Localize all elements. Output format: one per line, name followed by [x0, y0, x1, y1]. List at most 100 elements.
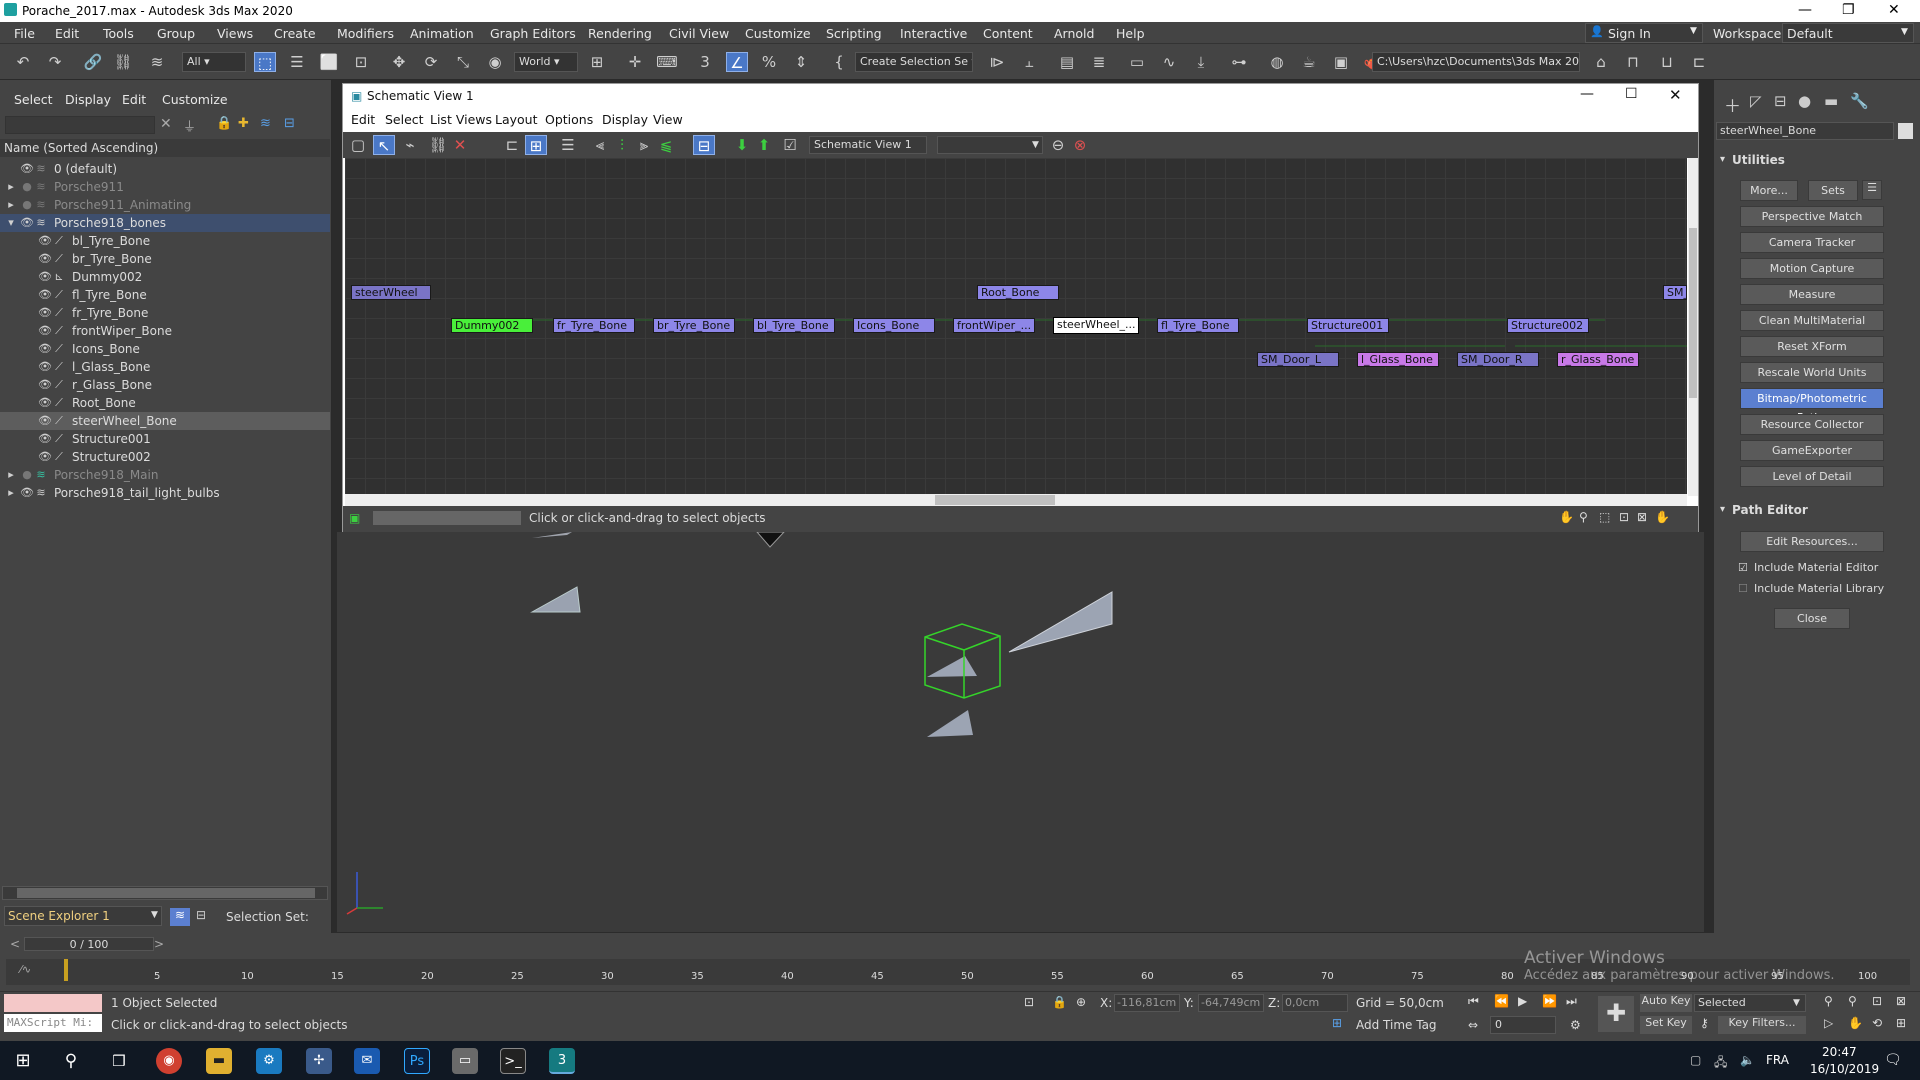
schem-menu-layout[interactable]: Layout	[495, 112, 538, 127]
selection-filter-dropdown[interactable]: All ▾	[182, 52, 246, 72]
render-frame-icon[interactable]: ▣	[1330, 52, 1352, 72]
dope-sheet-icon[interactable]: ⤓	[1190, 52, 1212, 72]
tree-row-bl-tyre-bone[interactable]: 👁 ⟋ bl_Tyre_Bone	[0, 232, 330, 250]
menu-graph-editors[interactable]: Graph Editors	[490, 26, 576, 41]
project-path-dropdown[interactable]: C:\Users\hzc\Documents\3ds Max 2020 ▾	[1372, 52, 1580, 72]
eye-icon[interactable]: 👁	[38, 250, 52, 268]
key-filters-button[interactable]: Key Filters...	[1718, 1016, 1806, 1034]
zoom-extents-icon[interactable]: ⊡	[1872, 994, 1882, 1008]
tree-row-frontwiper-bone[interactable]: 👁 ⟋ frontWiper_Bone	[0, 322, 330, 340]
maximize-viewport-icon[interactable]: ⊞	[1896, 1016, 1906, 1030]
eye-icon[interactable]: 👁	[38, 358, 52, 376]
utilities-tab-icon[interactable]: 🔧	[1850, 92, 1869, 110]
select-manipulate-icon[interactable]: ✛	[624, 52, 646, 72]
scene-explorer-name-dropdown[interactable]: Scene Explorer 1 ▼	[4, 906, 162, 926]
link-icon[interactable]: 🔗	[82, 52, 104, 72]
utility-measure[interactable]: Measure	[1740, 284, 1884, 305]
menu-civil-view[interactable]: Civil View	[669, 26, 729, 41]
clock-date[interactable]: 16/10/2019	[1810, 1062, 1879, 1076]
filter-icon[interactable]: ⏚	[183, 116, 196, 135]
tree-row-fr-tyre-bone[interactable]: 👁 ⟋ fr_Tyre_Bone	[0, 304, 330, 322]
zoom-icon[interactable]: ⚲	[1579, 510, 1588, 524]
pivot-center-icon[interactable]: ⊞	[586, 52, 608, 72]
layer-explorer-icon[interactable]: ≣	[1088, 52, 1110, 72]
zoom-selected-icon[interactable]: ⊠	[1637, 510, 1647, 524]
mirror-icon[interactable]: ⧐	[986, 52, 1008, 72]
tree-row-root-bone[interactable]: 👁 ⟋ Root_Bone	[0, 394, 330, 412]
snaps-toggle-icon[interactable]: 3	[694, 52, 716, 72]
current-frame-field[interactable]: 0	[1490, 1016, 1556, 1034]
tree-row-dummy002[interactable]: 👁 ⊾ Dummy002	[0, 268, 330, 286]
eye-icon[interactable]: 👁	[20, 160, 34, 178]
curve-editor-icon[interactable]: ∿	[1158, 52, 1180, 72]
display-tab-icon[interactable]: ▬	[1824, 92, 1838, 110]
notification-area-icon[interactable]: ▢	[1690, 1053, 1701, 1067]
align-nodes-icon[interactable]: ⊟	[693, 135, 715, 155]
schem-node-br-tyre-bone[interactable]: br_Tyre_Bone	[653, 318, 735, 333]
eye-icon[interactable]: 👁	[38, 430, 52, 448]
pan-view-icon[interactable]: ✋	[1848, 1016, 1863, 1030]
network-icon[interactable]: 🖧	[1714, 1053, 1727, 1074]
minimize-button[interactable]: —	[1798, 2, 1812, 18]
3dsmax-taskbar-icon[interactable]: 3	[549, 1048, 575, 1074]
track-bar-menu-icon[interactable]: ⁄∿	[20, 963, 31, 976]
edit-named-sets-icon[interactable]: {	[828, 52, 850, 72]
maxscript-listener-pink[interactable]	[4, 994, 102, 1012]
display-modifiers-icon[interactable]: ⫶	[611, 135, 633, 155]
rollout-collapse-icon[interactable]: ▾	[1720, 504, 1725, 515]
select-mode-icon[interactable]: ↖	[373, 135, 395, 155]
schematic-view-icon[interactable]: ⊶	[1228, 52, 1250, 72]
explorer-menu-customize[interactable]: Customize	[162, 92, 228, 107]
explorer-menu-display[interactable]: Display	[65, 92, 111, 107]
include-material-library-checkbox[interactable]: ☐	[1738, 582, 1748, 595]
render-setup-icon[interactable]: ☕	[1298, 52, 1320, 72]
tree-row-icons-bone[interactable]: 👁 ⟋ Icons_Bone	[0, 340, 330, 358]
display-controllers-icon[interactable]: ⫹	[655, 135, 677, 155]
zoom-all-icon[interactable]: ⚲	[1848, 994, 1857, 1008]
next-frame-arrow-icon[interactable]: >	[154, 937, 164, 951]
named-selection-dropdown[interactable]: Create Selection Se ▾	[855, 52, 973, 72]
eye-icon[interactable]: 👁	[38, 286, 52, 304]
schem-node-steerwheel[interactable]: steerWheel	[351, 285, 431, 300]
redo-icon[interactable]: ↷	[44, 52, 66, 72]
utility-bitmap-photometric-paths[interactable]: Bitmap/Photometric Paths	[1740, 388, 1884, 424]
unlink-icon[interactable]: ⛓	[112, 52, 134, 72]
viewport-layout-icon[interactable]: ⊔	[1656, 52, 1678, 72]
reference-coord-dropdown[interactable]: World ▾	[514, 52, 578, 72]
key-filters-icon[interactable]: ⚷	[1700, 1016, 1709, 1030]
configure-sets-icon[interactable]: ☰	[1862, 180, 1882, 200]
percent-snap-icon[interactable]: %	[758, 52, 780, 72]
layer-mode-icon[interactable]: ≋	[170, 908, 190, 926]
schematic-vertical-scrollbar[interactable]	[1688, 158, 1698, 496]
set-key-big-icon[interactable]: ✚	[1598, 996, 1634, 1032]
expand-icon[interactable]: ⬇	[731, 135, 753, 155]
expand-arrow-icon[interactable]: ▸	[4, 466, 18, 484]
app-icon-connect[interactable]: ✢	[306, 1048, 332, 1074]
explorer-menu-select[interactable]: Select	[14, 92, 53, 107]
zoom-icon[interactable]: ⚲	[1824, 994, 1833, 1008]
utility-level-of-detail[interactable]: Level of Detail	[1740, 466, 1884, 487]
spinner-snap-icon[interactable]: ⇕	[790, 52, 812, 72]
key-mode-dropdown[interactable]: Selected ▼	[1694, 994, 1806, 1012]
menu-help[interactable]: Help	[1116, 26, 1145, 41]
time-configuration-icon[interactable]: ⚙	[1570, 1018, 1581, 1032]
key-mode-toggle-icon[interactable]: ⇔	[1468, 1018, 1478, 1032]
menu-scripting[interactable]: Scripting	[826, 26, 882, 41]
eye-icon[interactable]: 👁	[38, 394, 52, 412]
go-to-view-icon[interactable]: ⊖	[1047, 135, 1069, 155]
schem-node-steerwheel-bone-selected[interactable]: steerWheel_...	[1053, 317, 1139, 334]
schem-menu-view[interactable]: View	[653, 112, 683, 127]
select-object-icon[interactable]: ⬚	[254, 52, 276, 72]
action-center-icon[interactable]: 🗨	[1884, 1052, 1902, 1068]
tree-row-structure001[interactable]: 👁 ⟋ Structure001	[0, 430, 330, 448]
app-icon-blue[interactable]: ⚙	[256, 1048, 282, 1074]
eye-icon[interactable]: 👁	[38, 448, 52, 466]
expand-arrow-icon[interactable]: ▸	[4, 178, 18, 196]
previous-frame-icon[interactable]: ⏪	[1494, 994, 1509, 1008]
menu-edit[interactable]: Edit	[55, 26, 79, 41]
eye-icon[interactable]: 👁	[38, 340, 52, 358]
search-icon[interactable]: ⚲	[58, 1048, 84, 1074]
schematic-canvas[interactable]: steerWheel Root_Bone SM_ Dummy002 fr_Tyr…	[345, 158, 1687, 496]
rotate-icon[interactable]: ⟳	[420, 52, 442, 72]
language-indicator[interactable]: FRA	[1766, 1053, 1789, 1067]
